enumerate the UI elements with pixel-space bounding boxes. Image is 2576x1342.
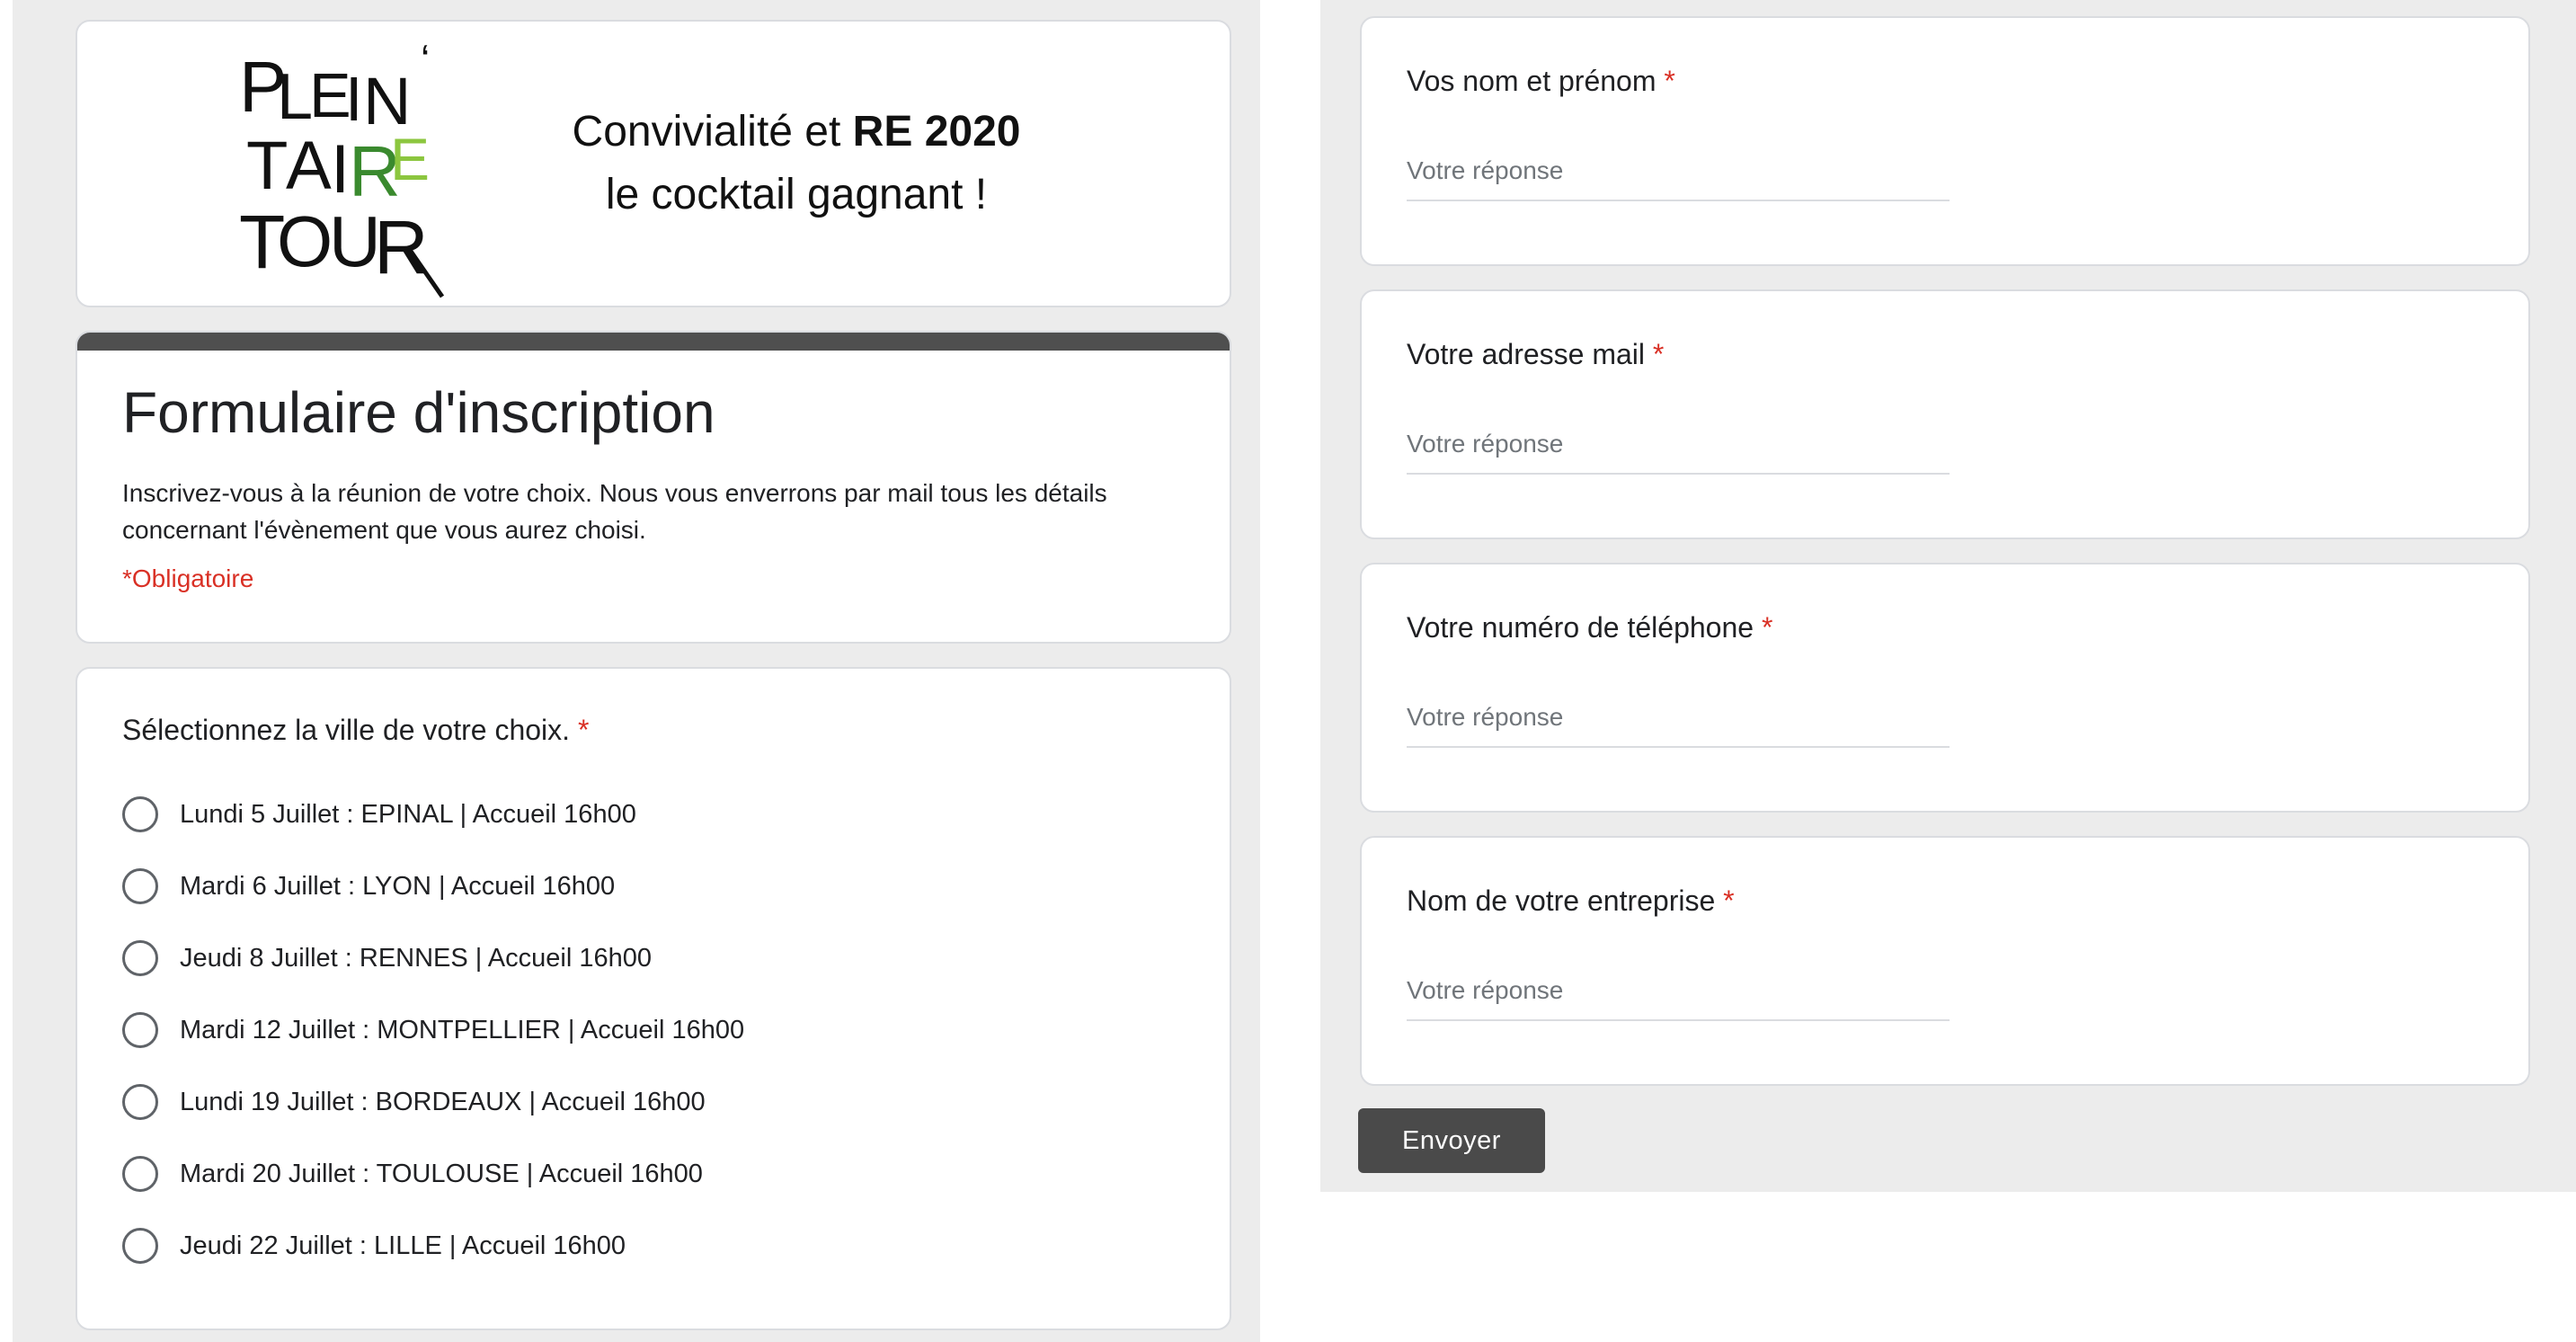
pleinairetour-logo: P L E I N ‘ T A I R E T O U R [239, 38, 445, 298]
question-label: Votre adresse mail * [1407, 338, 1664, 371]
city-option-montpellier[interactable]: Mardi 12 Juillet : MONTPELLIER | Accueil… [122, 1012, 744, 1048]
radio-button[interactable] [122, 1156, 158, 1192]
right-form-panel: Vos nom et prénom * Votre réponse Votre … [1320, 0, 2576, 1192]
radio-button[interactable] [122, 868, 158, 904]
required-asterisk: * [577, 714, 590, 746]
tagline-bold: RE 2020 [852, 108, 1021, 156]
tagline-normal: Convivialité et [572, 108, 853, 156]
city-option-lyon[interactable]: Mardi 6 Juillet : LYON | Accueil 16h00 [122, 868, 615, 904]
city-option-epinal[interactable]: Lundi 5 Juillet : EPINAL | Accueil 16h00 [122, 796, 636, 832]
radio-button[interactable] [122, 1228, 158, 1264]
option-label: Jeudi 8 Juillet : RENNES | Accueil 16h00 [180, 943, 652, 973]
logo-letter-o: O [277, 201, 333, 281]
required-asterisk: * [1761, 611, 1773, 644]
question-label: Vos nom et prénom * [1407, 65, 1675, 98]
question-text: Votre adresse mail [1407, 338, 1646, 370]
city-option-toulouse[interactable]: Mardi 20 Juillet : TOULOUSE | Accueil 16… [122, 1156, 703, 1192]
city-option-lille[interactable]: Jeudi 22 Juillet : LILLE | Accueil 16h00 [122, 1228, 626, 1264]
page-title: Formulaire d'inscription [122, 380, 715, 445]
option-label: Lundi 19 Juillet : BORDEAUX | Accueil 16… [180, 1087, 706, 1116]
logo-letter-i2: I [331, 131, 350, 208]
option-label: Mardi 20 Juillet : TOULOUSE | Accueil 16… [180, 1159, 703, 1188]
required-note: *Obligatoire [122, 564, 254, 592]
option-label: Mardi 12 Juillet : MONTPELLIER | Accueil… [180, 1015, 745, 1044]
required-asterisk: * [1652, 338, 1665, 370]
option-label: Lundi 5 Juillet : EPINAL | Accueil 16h00 [180, 799, 636, 829]
email-question-card: Votre adresse mail * Votre réponse [1360, 289, 2530, 539]
header-banner: P L E I N ‘ T A I R E T O U R Conviviali… [76, 20, 1231, 307]
form-description: Inscrivez-vous à la réunion de votre cho… [122, 479, 1107, 544]
logo-letter-i: I [345, 64, 362, 134]
tagline-line-1: Convivialité et RE 2020 [545, 101, 1048, 164]
city-question-card: Sélectionnez la ville de votre choix. * … [76, 667, 1231, 1330]
logo-letter-e-green: E [390, 126, 430, 192]
name-question-card: Vos nom et prénom * Votre réponse [1360, 16, 2530, 266]
required-asterisk: * [1723, 884, 1735, 917]
logo-apostrophe: ‘ [421, 38, 430, 83]
logo-letter-t: T [246, 128, 288, 204]
logo-letter-l: L [277, 61, 313, 133]
question-text: Votre numéro de téléphone [1407, 611, 1754, 644]
phone-input[interactable]: Votre réponse [1407, 699, 1950, 748]
question-text: Nom de votre entreprise [1407, 884, 1716, 917]
radio-button[interactable] [122, 940, 158, 976]
question-label: Votre numéro de téléphone * [1407, 611, 1772, 644]
city-option-bordeaux[interactable]: Lundi 19 Juillet : BORDEAUX | Accueil 16… [122, 1084, 706, 1120]
header-tagline: Convivialité et RE 2020 le cocktail gagn… [545, 101, 1048, 227]
question-text: Vos nom et prénom [1407, 65, 1657, 97]
radio-button[interactable] [122, 796, 158, 832]
tagline-line-2: le cocktail gagnant ! [605, 171, 988, 218]
email-input[interactable]: Votre réponse [1407, 426, 1950, 475]
accent-bar [77, 333, 1230, 351]
question-label: Nom de votre entreprise * [1407, 884, 1735, 918]
question-label: Sélectionnez la ville de votre choix. * [122, 714, 589, 747]
company-input[interactable]: Votre réponse [1407, 973, 1950, 1021]
question-text: Sélectionnez la ville de votre choix. [122, 714, 571, 746]
city-option-rennes[interactable]: Jeudi 8 Juillet : RENNES | Accueil 16h00 [122, 940, 652, 976]
left-form-panel: P L E I N ‘ T A I R E T O U R Conviviali… [13, 0, 1260, 1342]
logo-letter-r: R [374, 205, 429, 289]
option-label: Jeudi 22 Juillet : LILLE | Accueil 16h00 [180, 1231, 626, 1260]
required-asterisk: * [1664, 65, 1675, 97]
form-title-card: Formulaire d'inscription Inscrivez-vous … [76, 331, 1231, 644]
phone-question-card: Votre numéro de téléphone * Votre répons… [1360, 563, 2530, 813]
submit-button[interactable]: Envoyer [1358, 1108, 1545, 1173]
option-label: Mardi 6 Juillet : LYON | Accueil 16h00 [180, 871, 616, 901]
radio-button[interactable] [122, 1012, 158, 1048]
logo-letter-a: A [286, 128, 332, 204]
name-input[interactable]: Votre réponse [1407, 153, 1950, 201]
radio-button[interactable] [122, 1084, 158, 1120]
company-question-card: Nom de votre entreprise * Votre réponse [1360, 836, 2530, 1086]
